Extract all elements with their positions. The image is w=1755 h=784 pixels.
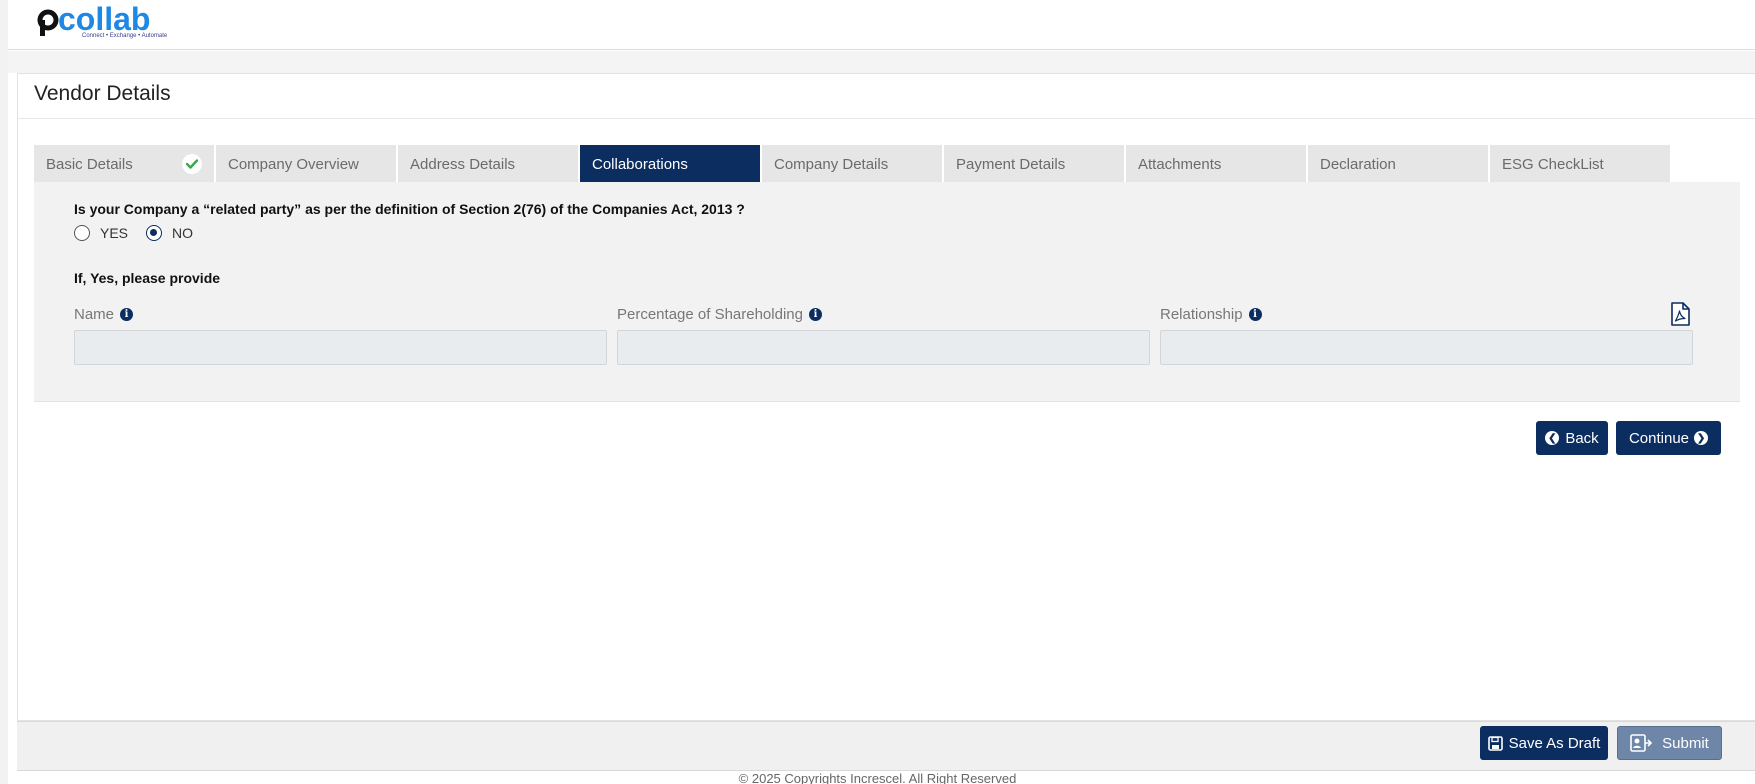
collaborations-panel: Is your Company a “related party” as per… <box>34 182 1740 402</box>
continue-button[interactable]: Continue ❯ <box>1616 421 1721 455</box>
logo-word: collab <box>58 1 150 37</box>
related-party-question: Is your Company a “related party” as per… <box>74 201 745 217</box>
arrow-left-circle-icon: ❮ <box>1545 431 1560 445</box>
radio-yes-label[interactable]: YES <box>100 225 128 241</box>
tab-attachments[interactable]: Attachments <box>1126 145 1306 183</box>
tab-address-details[interactable]: Address Details <box>398 145 578 183</box>
header-gap <box>8 51 1755 73</box>
info-icon[interactable]: i <box>808 308 822 321</box>
vendor-tabs: Basic Details Company Overview Address D… <box>34 145 1672 183</box>
copyright-text: © 2025 Copyrights Increscel. All Right R… <box>738 771 1017 784</box>
vendor-details-card: Vendor Details Basic Details Company Ove… <box>17 73 1755 721</box>
submit-label: Submit <box>1662 734 1709 752</box>
related-party-options: YES NO <box>74 225 211 241</box>
relationship-label-text: Relationship <box>1160 306 1243 323</box>
left-rail <box>0 0 8 784</box>
save-icon <box>1487 735 1503 751</box>
arrow-right-circle-icon: ❯ <box>1694 431 1709 445</box>
check-icon <box>182 154 202 174</box>
back-button[interactable]: ❮ Back <box>1536 421 1608 455</box>
relationship-input[interactable] <box>1160 330 1693 365</box>
radio-no[interactable] <box>146 225 163 241</box>
shareholding-label: Percentage of Shareholding i <box>617 306 822 323</box>
name-label-text: Name <box>74 306 115 323</box>
info-icon[interactable]: i <box>120 308 134 321</box>
shareholding-label-text: Percentage of Shareholding <box>617 306 803 323</box>
tab-label: Basic Details <box>46 155 133 173</box>
tab-company-details[interactable]: Company Details <box>762 145 942 183</box>
logo-tagline: Connect • Exchange • Automate <box>82 33 168 39</box>
app-header: collab Connect • Exchange • Automate <box>8 0 1755 50</box>
pdf-icon[interactable] <box>1669 302 1691 326</box>
app-logo[interactable]: collab Connect • Exchange • Automate <box>36 0 186 46</box>
save-as-draft-button[interactable]: Save As Draft <box>1480 726 1608 760</box>
radio-no-label[interactable]: NO <box>172 225 193 241</box>
tab-label: Collaborations <box>592 155 688 173</box>
tab-company-overview[interactable]: Company Overview <box>216 145 396 183</box>
relationship-label: Relationship i <box>1160 306 1262 323</box>
tab-label: Company Overview <box>228 155 359 173</box>
tab-label: Address Details <box>410 155 516 173</box>
submit-button[interactable]: Submit <box>1617 726 1722 760</box>
tab-label: Declaration <box>1320 155 1396 173</box>
provide-details-label: If, Yes, please provide <box>74 270 221 286</box>
info-icon[interactable]: i <box>1248 308 1262 321</box>
tab-label: Attachments <box>1138 155 1222 173</box>
submit-icon <box>1630 734 1653 752</box>
tab-label: Payment Details <box>956 155 1066 173</box>
name-label: Name i <box>74 306 134 323</box>
tab-declaration[interactable]: Declaration <box>1308 145 1488 183</box>
title-divider <box>18 118 1755 119</box>
tab-label: ESG CheckList <box>1502 155 1604 173</box>
name-input[interactable] <box>74 330 607 365</box>
continue-label: Continue <box>1628 429 1690 447</box>
shareholding-input[interactable] <box>617 330 1150 365</box>
tab-payment-details[interactable]: Payment Details <box>944 145 1124 183</box>
tab-label: Company Details <box>774 155 889 173</box>
tab-esg-checklist[interactable]: ESG CheckList <box>1490 145 1670 183</box>
back-label: Back <box>1565 429 1599 447</box>
tab-collaborations[interactable]: Collaborations <box>580 145 760 183</box>
page-title: Vendor Details <box>34 82 171 105</box>
radio-yes[interactable] <box>74 225 90 241</box>
tab-basic-details[interactable]: Basic Details <box>34 145 214 183</box>
save-as-draft-label: Save As Draft <box>1508 734 1601 752</box>
